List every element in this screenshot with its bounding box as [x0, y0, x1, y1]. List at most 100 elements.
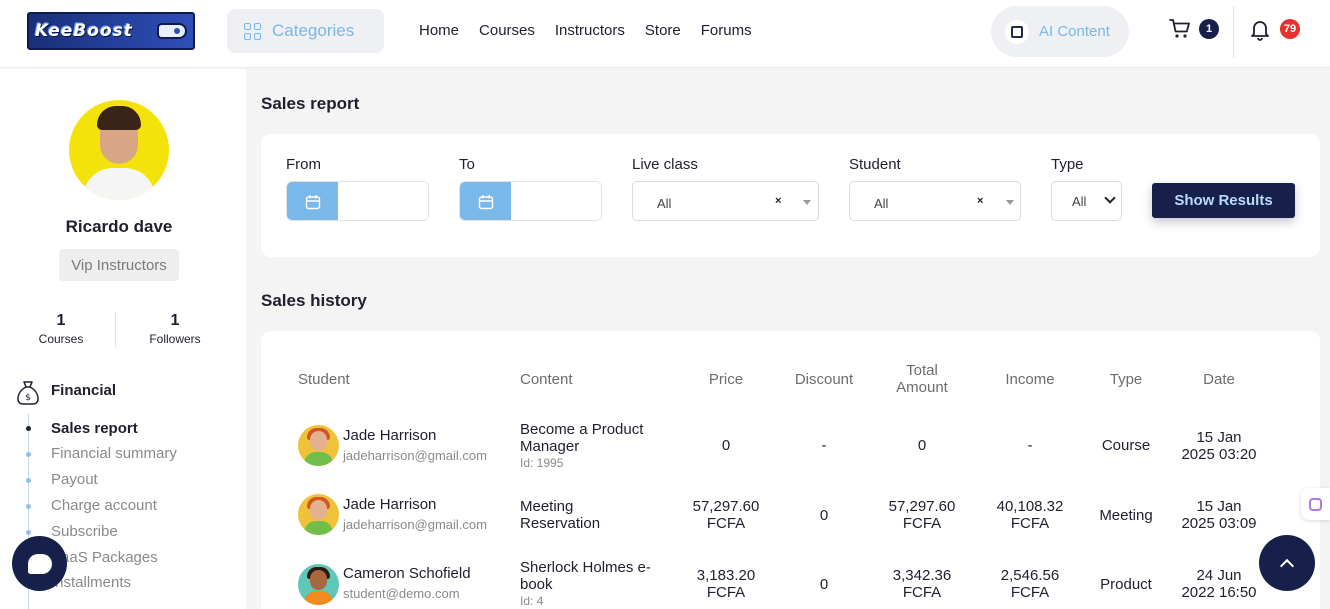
student-email: jadeharrison@gmail.com	[343, 517, 487, 532]
dropdown-arrow-icon	[1006, 200, 1014, 205]
sidebar-item-sales-report[interactable]: Sales report	[51, 420, 138, 437]
courses-count: 1	[56, 312, 66, 329]
price-amount: 57,297.60	[692, 498, 760, 515]
logo-text: KeeBoost	[35, 21, 133, 41]
column-header-discount: Discount	[794, 371, 854, 388]
show-results-button[interactable]: Show Results	[1152, 183, 1295, 218]
content-id: Id: 1995	[520, 456, 564, 470]
type-cell: Course	[1101, 437, 1151, 454]
table-row[interactable]: Jade Harrison jadeharrison@gmail.com Mee…	[261, 481, 1320, 547]
pointer-icon	[1309, 497, 1322, 511]
student-cell: Jade Harrison jadeharrison@gmail.com	[343, 427, 487, 464]
financial-section-title[interactable]: Financial	[51, 382, 116, 399]
from-date-field[interactable]	[286, 181, 429, 221]
sidebar-item-charge-account[interactable]: Charge account	[51, 497, 157, 514]
total-amount: 57,297.60	[888, 498, 956, 515]
date-cell: 15 Jan 2025 03:20	[1169, 429, 1269, 463]
profile-name: Ricardo dave	[65, 217, 173, 236]
student-name: Cameron Schofield	[343, 565, 471, 582]
sidebar-item-saas-packages[interactable]: SaaS Packages	[51, 549, 158, 566]
sidebar-item-payout[interactable]: Payout	[51, 471, 98, 488]
nav-instructors[interactable]: Instructors	[555, 22, 625, 39]
type-select[interactable]: All	[1051, 181, 1122, 221]
main-nav: Home Courses Instructors Store Forums	[419, 22, 752, 39]
sales-history-table: Student Content Price Discount Total Amo…	[261, 331, 1320, 609]
column-header-student: Student	[298, 371, 350, 388]
price-currency: FCFA	[706, 584, 746, 601]
nav-courses[interactable]: Courses	[479, 22, 535, 39]
menu-bullet	[26, 426, 31, 431]
calendar-icon[interactable]	[287, 182, 338, 220]
categories-button[interactable]: Categories	[227, 9, 384, 53]
price-cell: 57,297.60 FCFA	[681, 498, 771, 532]
date-cell: 24 Jun 2022 16:50	[1169, 567, 1269, 601]
courses-label: Courses	[38, 332, 84, 346]
nav-store[interactable]: Store	[645, 22, 681, 39]
income-amount: 2,546.56	[1000, 567, 1060, 584]
content-cell[interactable]: Sherlock Holmes e- book Id: 4	[520, 559, 651, 609]
followers-label: Followers	[149, 332, 201, 346]
to-date-field[interactable]	[459, 181, 602, 221]
income-cell: 2,546.56 FCFA	[985, 567, 1075, 601]
sales-filter-card: From To Live class All × Student All × T…	[261, 134, 1320, 257]
live-class-label: Live class	[632, 156, 698, 173]
site-logo[interactable]: KeeBoost	[27, 12, 195, 50]
cart-icon[interactable]	[1168, 17, 1192, 41]
price-currency: FCFA	[706, 515, 746, 532]
clear-icon[interactable]: ×	[977, 195, 983, 207]
from-label: From	[286, 156, 321, 173]
sidebar-item-subscribe[interactable]: Subscribe	[51, 523, 118, 540]
chevron-up-icon	[1279, 558, 1295, 573]
content-cell[interactable]: Meeting Reservation	[520, 498, 600, 532]
accessibility-tab-button[interactable]	[1301, 488, 1330, 520]
role-badge: Vip Instructors	[59, 249, 179, 281]
income-amount: 40,108.32	[996, 498, 1064, 515]
student-label: Student	[849, 156, 901, 173]
followers-stat: 1 Followers	[125, 312, 225, 346]
date-day: 24 Jun	[1196, 567, 1242, 584]
sidebar: Ricardo dave Vip Instructors 1 Courses 1…	[0, 69, 246, 609]
price-amount: 3,183.20	[696, 567, 756, 584]
total-currency: FCFA	[902, 584, 942, 601]
date-day: 15 Jan	[1196, 429, 1242, 446]
menu-bullet	[26, 452, 31, 457]
grid-icon	[244, 22, 261, 40]
to-date-input[interactable]	[511, 182, 601, 220]
ai-content-button[interactable]: AI Content	[991, 6, 1129, 57]
student-cell: Jade Harrison jadeharrison@gmail.com	[343, 496, 487, 533]
content-id: Id: 4	[520, 594, 544, 608]
content-title: Manager	[520, 438, 580, 455]
chevron-down-icon	[1104, 192, 1116, 204]
content-cell[interactable]: Become a Product Manager Id: 1995	[520, 421, 643, 472]
date-time: 2022 16:50	[1181, 584, 1257, 601]
clear-icon[interactable]: ×	[775, 195, 781, 207]
table-row[interactable]: Jade Harrison jadeharrison@gmail.com Bec…	[261, 412, 1320, 478]
from-date-input[interactable]	[338, 182, 428, 220]
categories-label: Categories	[272, 21, 355, 40]
discount-cell: 0	[819, 507, 829, 524]
table-row[interactable]: Cameron Schofield student@demo.com Sherl…	[261, 550, 1320, 609]
live-class-select[interactable]: All ×	[632, 181, 819, 221]
sidebar-item-financial-summary[interactable]: Financial summary	[51, 445, 177, 462]
content-title: book	[520, 576, 553, 593]
scroll-to-top-button[interactable]	[1259, 535, 1315, 591]
student-cell: Cameron Schofield student@demo.com	[343, 565, 471, 602]
calendar-icon[interactable]	[460, 182, 511, 220]
nav-home[interactable]: Home	[419, 22, 459, 39]
content-title: Reservation	[520, 515, 601, 532]
profile-avatar	[69, 100, 169, 200]
dropdown-arrow-icon	[803, 200, 811, 205]
nav-forums[interactable]: Forums	[701, 22, 752, 39]
support-chat-button[interactable]	[12, 536, 67, 591]
type-cell: Product	[1100, 576, 1152, 593]
sales-history-heading: Sales history	[261, 291, 367, 310]
column-header-total-amount: Total Amount	[896, 362, 948, 396]
bell-icon[interactable]	[1249, 18, 1271, 42]
sales-report-heading: Sales report	[261, 94, 360, 113]
type-label: Type	[1051, 156, 1084, 173]
student-select[interactable]: All ×	[849, 181, 1021, 221]
date-time: 2025 03:09	[1181, 515, 1257, 532]
notification-count-badge: 79	[1280, 19, 1300, 39]
header-divider	[1233, 6, 1234, 58]
rocket-logo-icon	[157, 23, 187, 39]
